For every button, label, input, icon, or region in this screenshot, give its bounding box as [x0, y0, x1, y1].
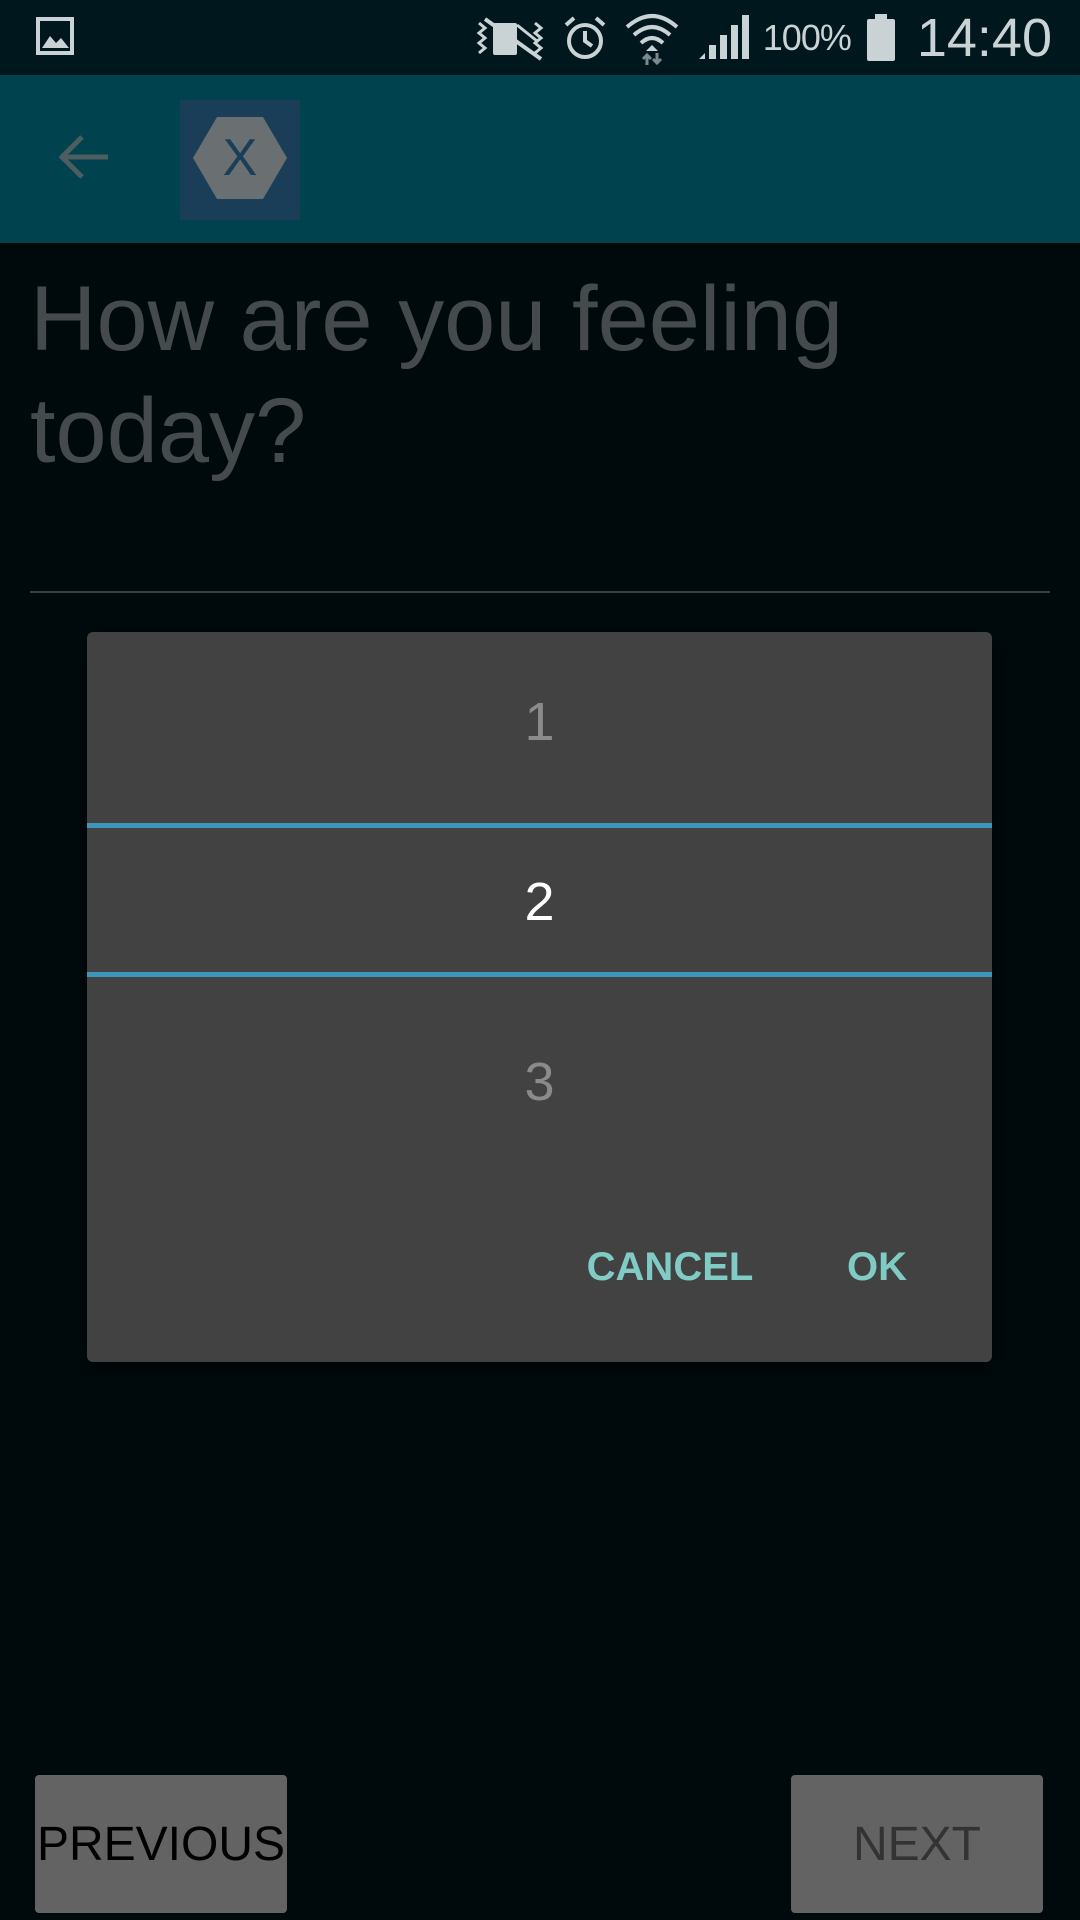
previous-button[interactable]: PREVIOUS — [35, 1775, 287, 1913]
next-button[interactable]: NEXT — [791, 1775, 1043, 1913]
xamarin-logo-icon: X — [190, 113, 290, 207]
vibrate-mute-icon — [475, 13, 547, 63]
picker-next-value[interactable]: 3 — [87, 1042, 992, 1122]
number-picker[interactable]: 1 2 3 — [87, 632, 992, 1172]
picker-selected-value[interactable]: 2 — [87, 862, 992, 942]
number-picker-dialog: 1 2 3 CANCEL OK — [87, 632, 992, 1362]
alarm-icon — [561, 13, 609, 63]
app-logo: X — [180, 100, 300, 220]
signal-icon — [695, 13, 749, 63]
ok-button[interactable]: OK — [832, 1232, 922, 1302]
picker-divider-top — [87, 823, 992, 828]
answer-field-underline[interactable] — [30, 591, 1050, 593]
logo-letter: X — [223, 129, 258, 187]
gallery-icon — [36, 16, 74, 56]
app-bar: X — [0, 75, 1080, 243]
battery-icon — [865, 13, 897, 63]
battery-percent: 100% — [762, 16, 852, 58]
picker-divider-bottom — [87, 972, 992, 977]
wifi-icon — [623, 11, 681, 65]
status-bar: 100% 14:40 — [0, 0, 1080, 75]
arrow-back-icon — [56, 132, 112, 186]
page-title: How are you feeling today? — [30, 268, 844, 482]
dialog-actions: CANCEL OK — [87, 1232, 992, 1302]
clock: 14:40 — [916, 7, 1052, 68]
picker-previous-value[interactable]: 1 — [87, 682, 992, 762]
status-icons: 100% 14:40 — [475, 0, 1052, 75]
cancel-button[interactable]: CANCEL — [565, 1232, 775, 1302]
back-button[interactable] — [44, 119, 124, 199]
